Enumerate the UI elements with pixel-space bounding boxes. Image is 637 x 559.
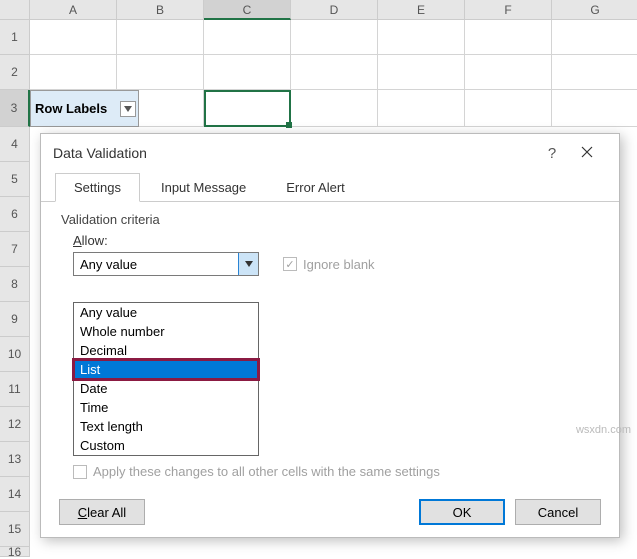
cell-b1[interactable]: [117, 20, 204, 55]
cell-a2[interactable]: [30, 55, 117, 90]
ignore-blank-checkbox: ✓ Ignore blank: [283, 257, 375, 272]
allow-value: Any value: [74, 257, 238, 272]
row-header-3[interactable]: 3: [0, 90, 30, 127]
col-header-c[interactable]: C: [204, 0, 291, 20]
close-button[interactable]: [567, 145, 607, 162]
option-decimal[interactable]: Decimal: [74, 341, 258, 360]
row-header-13[interactable]: 13: [0, 442, 30, 477]
dialog-body: Validation criteria Allow: Any value ✓ I…: [41, 202, 619, 288]
option-whole-number[interactable]: Whole number: [74, 322, 258, 341]
row-header-10[interactable]: 10: [0, 337, 30, 372]
row-header-8[interactable]: 8: [0, 267, 30, 302]
column-headers: A B C D E F G: [0, 0, 637, 20]
row-header-9[interactable]: 9: [0, 302, 30, 337]
col-header-e[interactable]: E: [378, 0, 465, 20]
cell-a3[interactable]: Row Labels: [30, 90, 139, 127]
row-header-4[interactable]: 4: [0, 127, 30, 162]
cell-f2[interactable]: [465, 55, 552, 90]
tab-settings[interactable]: Settings: [55, 173, 140, 202]
tab-input-message[interactable]: Input Message: [142, 173, 265, 201]
tab-error-alert[interactable]: Error Alert: [267, 173, 364, 201]
col-header-d[interactable]: D: [291, 0, 378, 20]
help-button[interactable]: ?: [537, 145, 567, 162]
cell-g2[interactable]: [552, 55, 637, 90]
row-header-15[interactable]: 15: [0, 512, 30, 547]
row-2: 2: [0, 55, 637, 90]
select-all-corner[interactable]: [0, 0, 30, 20]
cell-f3[interactable]: [465, 90, 552, 127]
cell-c3-selected[interactable]: [204, 90, 291, 127]
checkbox-icon: ✓: [283, 257, 297, 271]
row-4: 4: [0, 127, 30, 162]
row-header-6[interactable]: 6: [0, 197, 30, 232]
allow-label: Allow:: [73, 233, 599, 248]
cell-e3[interactable]: [378, 90, 465, 127]
criteria-label: Validation criteria: [61, 212, 599, 227]
filter-dropdown-button[interactable]: [120, 101, 136, 117]
cell-d2[interactable]: [291, 55, 378, 90]
dialog-titlebar[interactable]: Data Validation ?: [41, 134, 619, 172]
col-header-g[interactable]: G: [552, 0, 637, 20]
row-header-12[interactable]: 12: [0, 407, 30, 442]
checkbox-icon: [73, 465, 87, 479]
row-1: 1: [0, 20, 637, 55]
option-text-length[interactable]: Text length: [74, 417, 258, 436]
cell-d3[interactable]: [291, 90, 378, 127]
cell-c1[interactable]: [204, 20, 291, 55]
cell-a1[interactable]: [30, 20, 117, 55]
row-header-7[interactable]: 7: [0, 232, 30, 267]
option-custom[interactable]: Custom: [74, 436, 258, 455]
row-header-2[interactable]: 2: [0, 55, 30, 90]
option-date[interactable]: Date: [74, 379, 258, 398]
option-time[interactable]: Time: [74, 398, 258, 417]
allow-combobox[interactable]: Any value: [73, 252, 259, 276]
row-header-14[interactable]: 14: [0, 477, 30, 512]
data-validation-dialog: Data Validation ? Settings Input Message…: [40, 133, 620, 538]
cell-c2[interactable]: [204, 55, 291, 90]
ignore-blank-label: Ignore blank: [303, 257, 375, 272]
cell-f1[interactable]: [465, 20, 552, 55]
col-header-f[interactable]: F: [465, 0, 552, 20]
ok-button[interactable]: OK: [419, 499, 505, 525]
dialog-title: Data Validation: [53, 145, 537, 161]
cell-e2[interactable]: [378, 55, 465, 90]
row-header-16[interactable]: 16: [0, 547, 30, 557]
option-list[interactable]: List: [74, 360, 258, 379]
clear-all-button[interactable]: Clear All: [59, 499, 145, 525]
cell-g3[interactable]: [552, 90, 637, 127]
row-3: 3 Row Labels: [0, 90, 637, 127]
allow-dropdown-list[interactable]: Any value Whole number Decimal List Date…: [73, 302, 259, 456]
cell-b2[interactable]: [117, 55, 204, 90]
row-header-11[interactable]: 11: [0, 372, 30, 407]
col-header-b[interactable]: B: [117, 0, 204, 20]
watermark: wsxdn.com: [576, 424, 631, 436]
allow-dropdown-button[interactable]: [238, 253, 258, 275]
cancel-button[interactable]: Cancel: [515, 499, 601, 525]
row-header-5[interactable]: 5: [0, 162, 30, 197]
row-header-1[interactable]: 1: [0, 20, 30, 55]
dialog-tabs: Settings Input Message Error Alert: [41, 172, 619, 202]
apply-changes-checkbox: Apply these changes to all other cells w…: [73, 464, 440, 479]
cell-e1[interactable]: [378, 20, 465, 55]
cell-a3-label: Row Labels: [35, 101, 107, 116]
cell-b3[interactable]: [139, 90, 204, 127]
apply-changes-label: Apply these changes to all other cells w…: [93, 464, 440, 479]
cell-g1[interactable]: [552, 20, 637, 55]
col-header-a[interactable]: A: [30, 0, 117, 20]
option-any-value[interactable]: Any value: [74, 303, 258, 322]
dialog-button-bar: Clear All OK Cancel: [59, 499, 601, 525]
cell-d1[interactable]: [291, 20, 378, 55]
